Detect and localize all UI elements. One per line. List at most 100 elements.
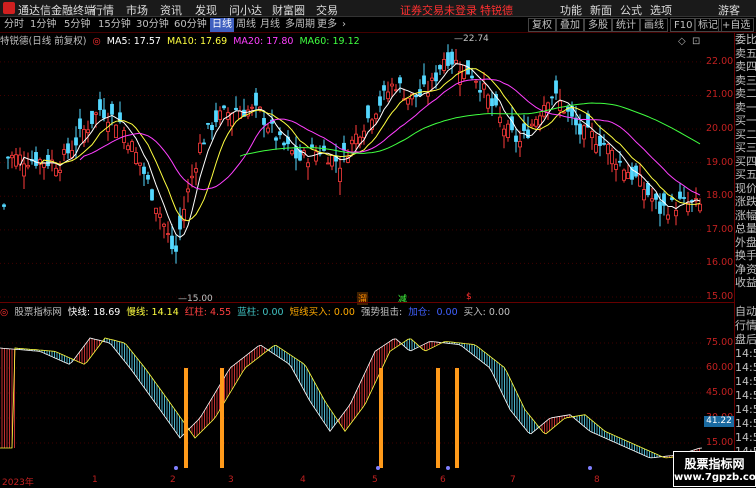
- candle-body: [274, 137, 278, 141]
- candle-body: [430, 77, 434, 81]
- quote-field-label: 涨跌: [735, 195, 756, 208]
- indicator-settings-icon[interactable]: ◎: [0, 307, 8, 318]
- menu-discover[interactable]: 发现: [195, 2, 217, 18]
- date-axis: 2023年 1 2 3 4 5 6 7 8: [0, 475, 704, 488]
- candle-body: [470, 75, 474, 79]
- candle-body: [646, 183, 650, 196]
- add-position-value: 0.00: [436, 307, 458, 318]
- candle-body: [58, 169, 62, 173]
- candle-body: [150, 189, 154, 201]
- period-monthly[interactable]: 月线: [258, 18, 282, 32]
- btn-add-watchlist[interactable]: +自选: [718, 18, 755, 32]
- candle-body: [218, 110, 222, 120]
- more-arrow-icon[interactable]: ›: [340, 18, 348, 32]
- indicator-chart[interactable]: [0, 318, 704, 475]
- tick-panel: 自动行情盘后14:5014:5014:5014:5014:5014:5014:5…: [734, 305, 756, 475]
- candle-body: [602, 142, 606, 145]
- add-position-label: 加仓:: [408, 307, 434, 318]
- candle-body: [642, 189, 646, 201]
- candlestick-chart[interactable]: —22.74 —15.00: [0, 33, 704, 301]
- menu-market[interactable]: 市场: [126, 2, 148, 18]
- candle-body: [426, 92, 430, 97]
- quote-field-label: 现价: [735, 181, 756, 195]
- btn-multi-stock[interactable]: 多股: [584, 18, 612, 32]
- menu-ask[interactable]: 问小达: [229, 2, 262, 18]
- btn-stats[interactable]: 统计: [612, 18, 640, 32]
- date-label: 3: [228, 475, 234, 485]
- candle-body: [194, 168, 198, 173]
- buy-value: 买入: 0.00: [463, 307, 511, 318]
- candle-body: [330, 154, 334, 167]
- candle-body: [534, 119, 538, 127]
- candle-body: [114, 124, 118, 139]
- candle-body: [386, 91, 390, 100]
- quote-field-label: 买三: [735, 141, 756, 154]
- candle-body: [442, 58, 446, 71]
- candle-body: [450, 51, 454, 65]
- price-tick-label: 20.00: [706, 123, 734, 135]
- period-more[interactable]: 更多: [315, 18, 339, 32]
- price-tick-label: 22.00: [706, 55, 734, 67]
- period-5min[interactable]: 5分钟: [62, 18, 92, 32]
- buy-signal-bar: [455, 368, 459, 468]
- menu-quotes[interactable]: 行情: [92, 2, 114, 18]
- menu-new[interactable]: 新面: [590, 2, 612, 18]
- candle-body: [170, 235, 174, 250]
- period-30min[interactable]: 30分钟: [134, 18, 171, 32]
- candle-body: [166, 233, 170, 235]
- candle-body: [186, 188, 190, 193]
- candle-body: [606, 144, 610, 155]
- fast-line: [0, 337, 703, 459]
- pane-divider[interactable]: [0, 302, 734, 303]
- price-tick-label: 15.00: [706, 291, 734, 302]
- candle-body: [62, 149, 66, 155]
- candle-body: [66, 143, 70, 154]
- menu-function[interactable]: 功能: [560, 2, 582, 18]
- date-label: 5: [372, 475, 378, 485]
- quote-field-label: 涨幅: [735, 208, 756, 222]
- indicator-tick-label: 60.00: [706, 362, 734, 373]
- candle-body: [210, 125, 214, 131]
- menu-guest[interactable]: 游客: [718, 2, 740, 18]
- period-tick[interactable]: 分时: [2, 18, 26, 32]
- candle-body: [506, 123, 510, 138]
- period-multi[interactable]: 多周期: [283, 18, 317, 32]
- menu-options[interactable]: 选项: [650, 2, 672, 18]
- menu-news[interactable]: 资讯: [160, 2, 182, 18]
- period-daily[interactable]: 日线: [210, 18, 234, 32]
- slow-line: [0, 337, 703, 459]
- candle-body: [354, 133, 358, 145]
- candle-body: [178, 215, 182, 230]
- indicator-title: 股票指标网: [14, 307, 62, 318]
- candle-body: [262, 118, 266, 125]
- date-label: 7: [510, 475, 516, 485]
- candle-body: [26, 164, 30, 168]
- candle-body: [278, 131, 282, 136]
- btn-draw[interactable]: 画线: [640, 18, 668, 32]
- period-60min[interactable]: 60分钟: [172, 18, 209, 32]
- period-1min[interactable]: 1分钟: [28, 18, 58, 32]
- signal-dot: [174, 466, 178, 470]
- login-alert[interactable]: 证券交易未登录: [400, 2, 477, 18]
- menu-trade[interactable]: 交易: [316, 2, 338, 18]
- candle-body: [34, 152, 38, 166]
- btn-adjust[interactable]: 复权: [528, 18, 556, 32]
- app-name: 通达信金融终端: [18, 4, 95, 17]
- event-marker[interactable]: $: [466, 292, 472, 302]
- candle-body: [42, 162, 46, 168]
- indicator-tick-label: 15.00: [706, 437, 734, 448]
- candle-body: [626, 172, 630, 179]
- candle-body: [502, 128, 506, 137]
- btn-overlay[interactable]: 叠加: [556, 18, 584, 32]
- menu-formula[interactable]: 公式: [620, 2, 642, 18]
- candle-body: [214, 110, 218, 123]
- period-15min[interactable]: 15分钟: [96, 18, 133, 32]
- candle-body: [666, 214, 670, 220]
- buy-signal-bar: [184, 368, 188, 468]
- menu-wealth[interactable]: 财富圈: [272, 2, 305, 18]
- title-bar: 通达信金融终端 行情 市场 资讯 发现 问小达 财富圈 交易 证券交易未登录 特…: [0, 0, 756, 17]
- candle-body: [102, 109, 106, 119]
- candle-body: [338, 167, 342, 182]
- btn-f10[interactable]: F10: [670, 18, 697, 32]
- period-weekly[interactable]: 周线: [234, 18, 258, 32]
